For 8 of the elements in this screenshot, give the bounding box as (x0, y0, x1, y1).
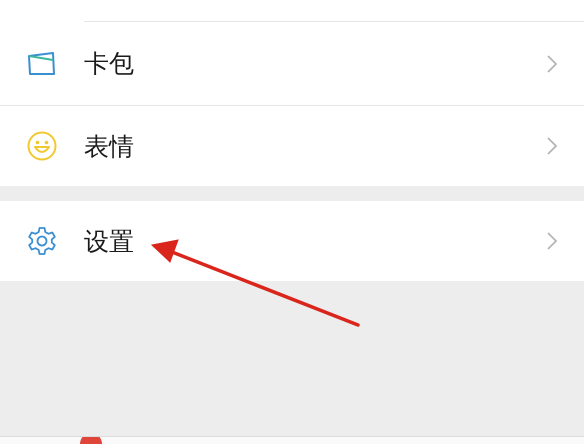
chevron-icon (546, 231, 558, 251)
menu-label: 卡包 (84, 48, 135, 80)
chevron-icon (546, 54, 558, 74)
menu-label: 表情 (84, 130, 135, 162)
chevron-icon (546, 136, 558, 156)
smiley-icon (26, 130, 58, 162)
menu-label: 设置 (84, 226, 135, 258)
settings-icon (26, 225, 58, 257)
